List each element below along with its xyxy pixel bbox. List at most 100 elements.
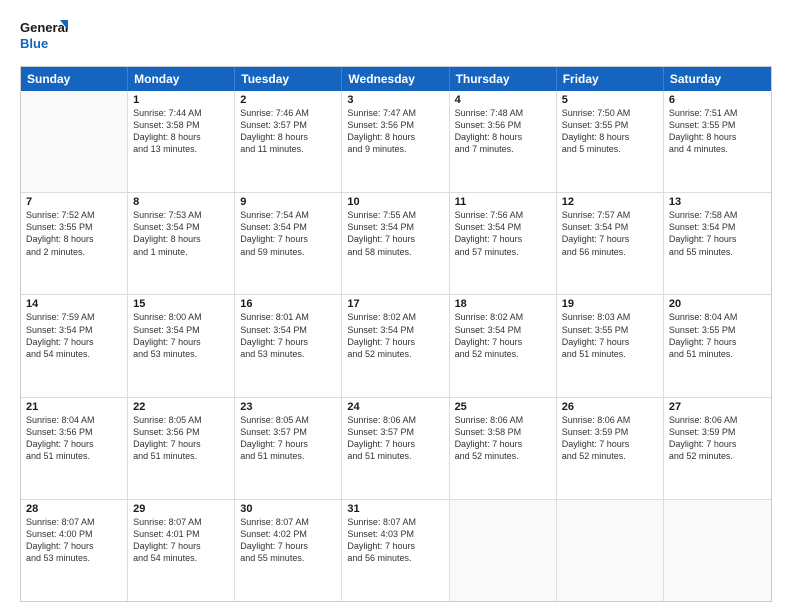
cal-cell-1-1 (21, 91, 128, 192)
week-row-2: 7Sunrise: 7:52 AM Sunset: 3:55 PM Daylig… (21, 192, 771, 294)
day-number: 28 (26, 503, 122, 515)
cal-cell-4-2: 22Sunrise: 8:05 AM Sunset: 3:56 PM Dayli… (128, 398, 235, 499)
day-number: 11 (455, 196, 551, 208)
cell-info: Sunrise: 8:07 AM Sunset: 4:02 PM Dayligh… (240, 516, 336, 565)
day-number: 12 (562, 196, 658, 208)
day-number: 1 (133, 94, 229, 106)
header-day-friday: Friday (557, 67, 664, 91)
cal-cell-2-1: 7Sunrise: 7:52 AM Sunset: 3:55 PM Daylig… (21, 193, 128, 294)
cal-cell-5-2: 29Sunrise: 8:07 AM Sunset: 4:01 PM Dayli… (128, 500, 235, 601)
day-number: 14 (26, 298, 122, 310)
cal-cell-4-1: 21Sunrise: 8:04 AM Sunset: 3:56 PM Dayli… (21, 398, 128, 499)
cell-info: Sunrise: 7:52 AM Sunset: 3:55 PM Dayligh… (26, 209, 122, 258)
week-row-3: 14Sunrise: 7:59 AM Sunset: 3:54 PM Dayli… (21, 294, 771, 396)
header-day-monday: Monday (128, 67, 235, 91)
cell-info: Sunrise: 7:57 AM Sunset: 3:54 PM Dayligh… (562, 209, 658, 258)
day-number: 6 (669, 94, 766, 106)
day-number: 21 (26, 401, 122, 413)
cal-cell-3-5: 18Sunrise: 8:02 AM Sunset: 3:54 PM Dayli… (450, 295, 557, 396)
cal-cell-2-2: 8Sunrise: 7:53 AM Sunset: 3:54 PM Daylig… (128, 193, 235, 294)
cal-cell-3-3: 16Sunrise: 8:01 AM Sunset: 3:54 PM Dayli… (235, 295, 342, 396)
cal-cell-3-6: 19Sunrise: 8:03 AM Sunset: 3:55 PM Dayli… (557, 295, 664, 396)
day-number: 23 (240, 401, 336, 413)
day-number: 19 (562, 298, 658, 310)
day-number: 13 (669, 196, 766, 208)
cell-info: Sunrise: 8:07 AM Sunset: 4:03 PM Dayligh… (347, 516, 443, 565)
cal-cell-1-4: 3Sunrise: 7:47 AM Sunset: 3:56 PM Daylig… (342, 91, 449, 192)
cal-cell-2-7: 13Sunrise: 7:58 AM Sunset: 3:54 PM Dayli… (664, 193, 771, 294)
week-row-5: 28Sunrise: 8:07 AM Sunset: 4:00 PM Dayli… (21, 499, 771, 601)
cal-cell-4-5: 25Sunrise: 8:06 AM Sunset: 3:58 PM Dayli… (450, 398, 557, 499)
cal-cell-4-6: 26Sunrise: 8:06 AM Sunset: 3:59 PM Dayli… (557, 398, 664, 499)
cal-cell-4-3: 23Sunrise: 8:05 AM Sunset: 3:57 PM Dayli… (235, 398, 342, 499)
page: General Blue SundayMondayTuesdayWednesda… (0, 0, 792, 612)
header-day-thursday: Thursday (450, 67, 557, 91)
cell-info: Sunrise: 8:05 AM Sunset: 3:56 PM Dayligh… (133, 414, 229, 463)
cell-info: Sunrise: 7:58 AM Sunset: 3:54 PM Dayligh… (669, 209, 766, 258)
cal-cell-5-4: 31Sunrise: 8:07 AM Sunset: 4:03 PM Dayli… (342, 500, 449, 601)
day-number: 15 (133, 298, 229, 310)
header-day-sunday: Sunday (21, 67, 128, 91)
day-number: 3 (347, 94, 443, 106)
cell-info: Sunrise: 7:44 AM Sunset: 3:58 PM Dayligh… (133, 107, 229, 156)
day-number: 8 (133, 196, 229, 208)
day-number: 7 (26, 196, 122, 208)
day-number: 9 (240, 196, 336, 208)
logo: General Blue (20, 16, 68, 56)
calendar-header: SundayMondayTuesdayWednesdayThursdayFrid… (21, 67, 771, 91)
day-number: 17 (347, 298, 443, 310)
header-day-tuesday: Tuesday (235, 67, 342, 91)
cell-info: Sunrise: 8:05 AM Sunset: 3:57 PM Dayligh… (240, 414, 336, 463)
week-row-4: 21Sunrise: 8:04 AM Sunset: 3:56 PM Dayli… (21, 397, 771, 499)
cell-info: Sunrise: 8:07 AM Sunset: 4:00 PM Dayligh… (26, 516, 122, 565)
cell-info: Sunrise: 8:01 AM Sunset: 3:54 PM Dayligh… (240, 311, 336, 360)
day-number: 29 (133, 503, 229, 515)
day-number: 16 (240, 298, 336, 310)
cell-info: Sunrise: 8:04 AM Sunset: 3:55 PM Dayligh… (669, 311, 766, 360)
cell-info: Sunrise: 8:02 AM Sunset: 3:54 PM Dayligh… (347, 311, 443, 360)
cell-info: Sunrise: 7:46 AM Sunset: 3:57 PM Dayligh… (240, 107, 336, 156)
cal-cell-2-4: 10Sunrise: 7:55 AM Sunset: 3:54 PM Dayli… (342, 193, 449, 294)
cell-info: Sunrise: 7:54 AM Sunset: 3:54 PM Dayligh… (240, 209, 336, 258)
day-number: 18 (455, 298, 551, 310)
header-day-saturday: Saturday (664, 67, 771, 91)
cell-info: Sunrise: 7:55 AM Sunset: 3:54 PM Dayligh… (347, 209, 443, 258)
calendar-body: 1Sunrise: 7:44 AM Sunset: 3:58 PM Daylig… (21, 91, 771, 601)
day-number: 5 (562, 94, 658, 106)
day-number: 2 (240, 94, 336, 106)
day-number: 20 (669, 298, 766, 310)
cell-info: Sunrise: 7:47 AM Sunset: 3:56 PM Dayligh… (347, 107, 443, 156)
cell-info: Sunrise: 7:56 AM Sunset: 3:54 PM Dayligh… (455, 209, 551, 258)
header: General Blue (20, 16, 772, 56)
cal-cell-3-1: 14Sunrise: 7:59 AM Sunset: 3:54 PM Dayli… (21, 295, 128, 396)
cal-cell-5-5 (450, 500, 557, 601)
day-number: 30 (240, 503, 336, 515)
cell-info: Sunrise: 8:03 AM Sunset: 3:55 PM Dayligh… (562, 311, 658, 360)
svg-text:General: General (20, 20, 68, 35)
day-number: 25 (455, 401, 551, 413)
header-day-wednesday: Wednesday (342, 67, 449, 91)
day-number: 27 (669, 401, 766, 413)
cal-cell-5-7 (664, 500, 771, 601)
cell-info: Sunrise: 8:06 AM Sunset: 3:58 PM Dayligh… (455, 414, 551, 463)
cell-info: Sunrise: 8:04 AM Sunset: 3:56 PM Dayligh… (26, 414, 122, 463)
cell-info: Sunrise: 7:48 AM Sunset: 3:56 PM Dayligh… (455, 107, 551, 156)
cell-info: Sunrise: 8:06 AM Sunset: 3:59 PM Dayligh… (562, 414, 658, 463)
day-number: 26 (562, 401, 658, 413)
cal-cell-1-6: 5Sunrise: 7:50 AM Sunset: 3:55 PM Daylig… (557, 91, 664, 192)
day-number: 31 (347, 503, 443, 515)
cell-info: Sunrise: 7:51 AM Sunset: 3:55 PM Dayligh… (669, 107, 766, 156)
cal-cell-2-5: 11Sunrise: 7:56 AM Sunset: 3:54 PM Dayli… (450, 193, 557, 294)
svg-text:Blue: Blue (20, 36, 48, 51)
cal-cell-5-6 (557, 500, 664, 601)
cell-info: Sunrise: 8:02 AM Sunset: 3:54 PM Dayligh… (455, 311, 551, 360)
cal-cell-1-7: 6Sunrise: 7:51 AM Sunset: 3:55 PM Daylig… (664, 91, 771, 192)
cal-cell-1-3: 2Sunrise: 7:46 AM Sunset: 3:57 PM Daylig… (235, 91, 342, 192)
cal-cell-2-6: 12Sunrise: 7:57 AM Sunset: 3:54 PM Dayli… (557, 193, 664, 294)
day-number: 4 (455, 94, 551, 106)
cal-cell-4-7: 27Sunrise: 8:06 AM Sunset: 3:59 PM Dayli… (664, 398, 771, 499)
cal-cell-3-7: 20Sunrise: 8:04 AM Sunset: 3:55 PM Dayli… (664, 295, 771, 396)
cell-info: Sunrise: 8:06 AM Sunset: 3:59 PM Dayligh… (669, 414, 766, 463)
day-number: 24 (347, 401, 443, 413)
logo-svg: General Blue (20, 16, 68, 56)
